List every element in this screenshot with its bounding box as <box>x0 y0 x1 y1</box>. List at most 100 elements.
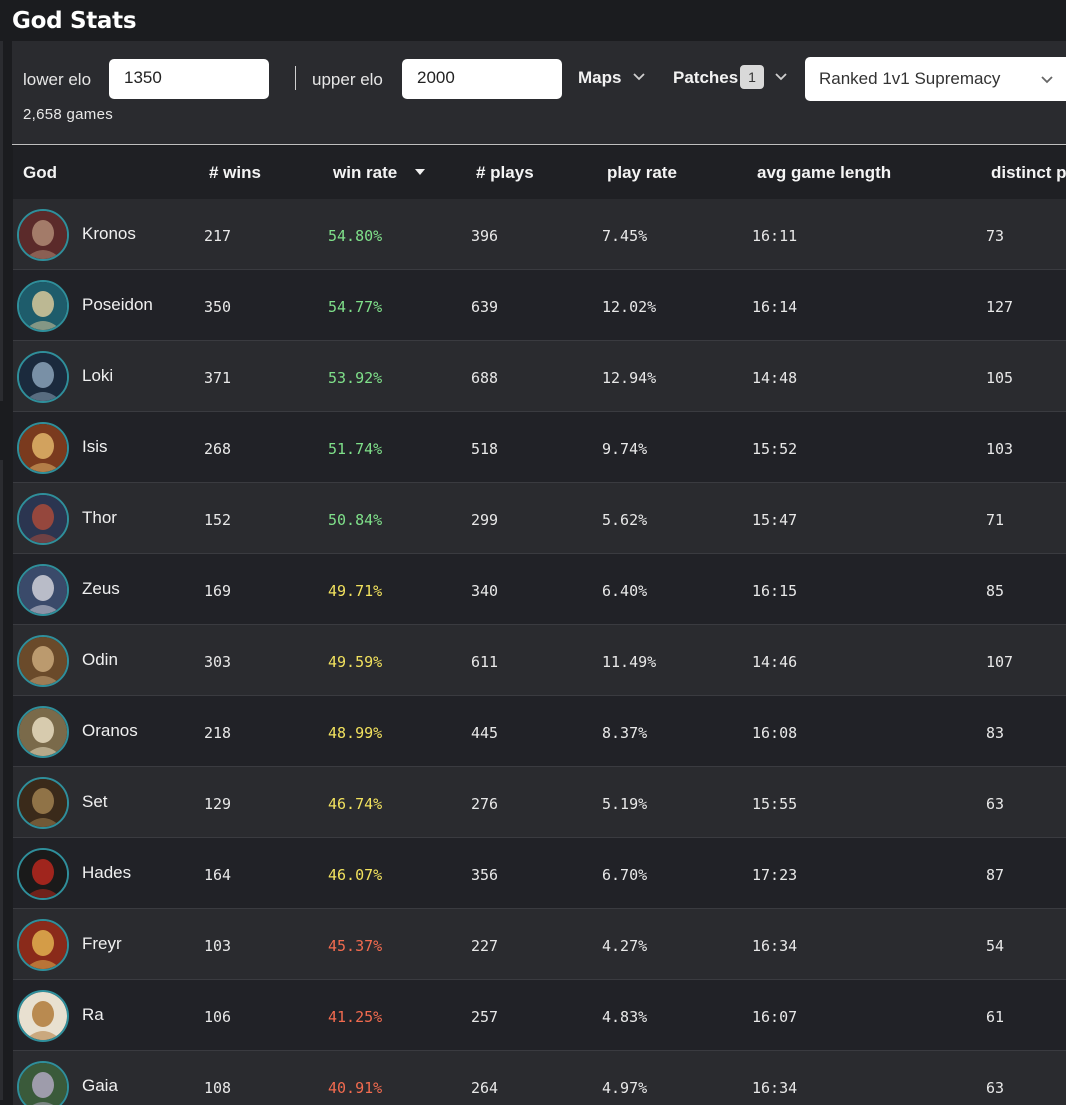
god-name[interactable]: Freyr <box>82 934 122 954</box>
distinct-cell: 73 <box>986 227 1005 245</box>
chevron-down-icon <box>1041 76 1053 84</box>
play-rate-cell: 5.19% <box>602 795 648 813</box>
plays-cell: 227 <box>471 937 499 955</box>
table-row[interactable]: Set 129 46.74% 276 5.19% 15:55 63 <box>13 767 1066 838</box>
wins-cell: 303 <box>204 653 232 671</box>
chevron-down-icon[interactable] <box>773 66 789 86</box>
avg-game-length-cell: 17:23 <box>752 866 798 884</box>
god-name[interactable]: Ra <box>82 1005 104 1025</box>
chevron-down-icon[interactable] <box>631 66 647 86</box>
win-rate-cell: 51.74% <box>328 440 383 458</box>
distinct-cell: 127 <box>986 298 1014 316</box>
win-rate-cell: 54.77% <box>328 298 383 316</box>
maps-dropdown[interactable]: Maps <box>578 68 621 88</box>
table-row[interactable]: Poseidon 350 54.77% 639 12.02% 16:14 127 <box>13 270 1066 341</box>
table-row[interactable]: Ra 106 41.25% 257 4.83% 16:07 61 <box>13 980 1066 1051</box>
table-row[interactable]: Oranos 218 48.99% 445 8.37% 16:08 83 <box>13 696 1066 767</box>
win-rate-cell: 48.99% <box>328 724 383 742</box>
column-header-play-rate[interactable]: play rate <box>607 163 677 183</box>
god-avatar <box>17 635 69 687</box>
lower-elo-input[interactable]: 1350 <box>109 59 269 99</box>
distinct-cell: 83 <box>986 724 1005 742</box>
table-row[interactable]: Isis 268 51.74% 518 9.74% 15:52 103 <box>13 412 1066 483</box>
god-avatar <box>17 919 69 971</box>
avg-game-length-cell: 14:46 <box>752 653 798 671</box>
god-name[interactable]: Odin <box>82 650 118 670</box>
page-title: God Stats <box>12 8 137 34</box>
table-row[interactable]: Odin 303 49.59% 611 11.49% 14:46 107 <box>13 625 1066 696</box>
column-header-wins[interactable]: # wins <box>209 163 261 183</box>
win-rate-cell: 50.84% <box>328 511 383 529</box>
god-avatar <box>17 209 69 261</box>
sort-desc-icon[interactable] <box>415 169 425 175</box>
god-name[interactable]: Thor <box>82 508 117 528</box>
god-name[interactable]: Oranos <box>82 721 138 741</box>
page-edge-lower <box>0 460 3 1100</box>
table-row[interactable]: Hades 164 46.07% 356 6.70% 17:23 87 <box>13 838 1066 909</box>
god-table-body: Kronos 217 54.80% 396 7.45% 16:11 73 Poseidon 35… <box>13 199 1066 1105</box>
god-name[interactable]: Gaia <box>82 1076 118 1096</box>
win-rate-cell: 46.07% <box>328 866 383 884</box>
god-avatar <box>17 848 69 900</box>
column-header-god[interactable]: God <box>23 163 57 183</box>
plays-cell: 611 <box>471 653 499 671</box>
column-header-avg-game-length[interactable]: avg game length <box>757 163 891 183</box>
god-avatar <box>17 493 69 545</box>
play-rate-cell: 4.83% <box>602 1008 648 1026</box>
distinct-cell: 63 <box>986 1079 1005 1097</box>
distinct-cell: 63 <box>986 795 1005 813</box>
wins-cell: 103 <box>204 937 232 955</box>
upper-elo-input[interactable]: 2000 <box>402 59 562 99</box>
win-rate-cell: 46.74% <box>328 795 383 813</box>
game-mode-value: Ranked 1v1 Supremacy <box>819 69 1001 88</box>
games-count: 2,658 games <box>23 106 114 123</box>
game-mode-select[interactable]: Ranked 1v1 Supremacy <box>805 57 1066 101</box>
win-rate-cell: 49.59% <box>328 653 383 671</box>
plays-cell: 356 <box>471 866 499 884</box>
god-name[interactable]: Loki <box>82 366 113 386</box>
god-name[interactable]: Isis <box>82 437 108 457</box>
avg-game-length-cell: 16:34 <box>752 937 798 955</box>
distinct-cell: 107 <box>986 653 1014 671</box>
win-rate-cell: 40.91% <box>328 1079 383 1097</box>
god-stats-page: God Stats lower elo 1350 upper elo 2000 … <box>0 0 1066 1105</box>
avg-game-length-cell: 15:55 <box>752 795 798 813</box>
plays-cell: 257 <box>471 1008 499 1026</box>
table-row[interactable]: Thor 152 50.84% 299 5.62% 15:47 71 <box>13 483 1066 554</box>
avg-game-length-cell: 16:15 <box>752 582 798 600</box>
wins-cell: 169 <box>204 582 232 600</box>
table-row[interactable]: Kronos 217 54.80% 396 7.45% 16:11 73 <box>13 199 1066 270</box>
play-rate-cell: 5.62% <box>602 511 648 529</box>
column-header-win-rate[interactable]: win rate <box>333 163 397 183</box>
wins-cell: 106 <box>204 1008 232 1026</box>
wins-cell: 268 <box>204 440 232 458</box>
patches-dropdown[interactable]: Patches <box>673 68 738 88</box>
win-rate-cell: 53.92% <box>328 369 383 387</box>
table-row[interactable]: Zeus 169 49.71% 340 6.40% 16:15 85 <box>13 554 1066 625</box>
wins-cell: 129 <box>204 795 232 813</box>
plays-cell: 518 <box>471 440 499 458</box>
god-avatar <box>17 990 69 1042</box>
table-row[interactable]: Freyr 103 45.37% 227 4.27% 16:34 54 <box>13 909 1066 980</box>
column-header-distinct[interactable]: distinct p <box>991 163 1066 183</box>
table-row[interactable]: Gaia 108 40.91% 264 4.97% 16:34 63 <box>13 1051 1066 1105</box>
plays-cell: 340 <box>471 582 499 600</box>
god-name[interactable]: Poseidon <box>82 295 153 315</box>
column-header-plays[interactable]: # plays <box>476 163 534 183</box>
god-name[interactable]: Zeus <box>82 579 120 599</box>
god-name[interactable]: Hades <box>82 863 131 883</box>
god-name[interactable]: Kronos <box>82 224 136 244</box>
table-row[interactable]: Loki 371 53.92% 688 12.94% 14:48 105 <box>13 341 1066 412</box>
filter-divider <box>295 66 296 90</box>
god-avatar <box>17 351 69 403</box>
distinct-cell: 61 <box>986 1008 1005 1026</box>
play-rate-cell: 4.27% <box>602 937 648 955</box>
avg-game-length-cell: 16:11 <box>752 227 798 245</box>
win-rate-cell: 49.71% <box>328 582 383 600</box>
play-rate-cell: 8.37% <box>602 724 648 742</box>
upper-elo-label: upper elo <box>312 70 383 89</box>
god-name[interactable]: Set <box>82 792 108 812</box>
avg-game-length-cell: 15:47 <box>752 511 798 529</box>
patches-count-badge: 1 <box>740 65 764 89</box>
play-rate-cell: 6.40% <box>602 582 648 600</box>
